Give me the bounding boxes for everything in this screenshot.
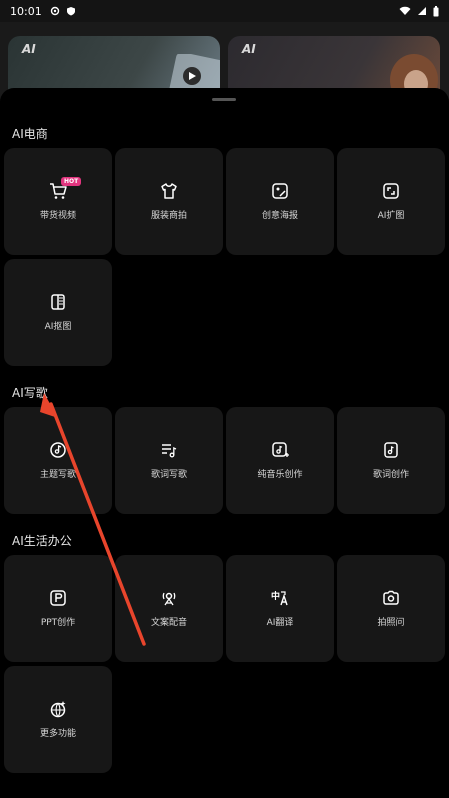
expand-image-icon (382, 182, 400, 200)
wifi-icon (399, 6, 411, 15)
tile-label: 歌词创作 (372, 470, 409, 480)
section-title-songwriting: AI写歌 (12, 386, 48, 400)
cart-icon: HOT (49, 177, 82, 200)
tile-label: 创意海报 (261, 211, 298, 221)
tile-lyrics-writing[interactable]: 歌词创作 (337, 407, 445, 514)
more-features-icon (49, 700, 67, 718)
tile-instrumental[interactable]: 纯音乐创作 (226, 407, 334, 514)
music-file-icon (382, 441, 400, 459)
tile-label: PPT创作 (40, 618, 76, 628)
voice-icon (160, 589, 178, 607)
banner-ai-tag: AI (242, 42, 256, 56)
svg-text:中: 中 (271, 590, 280, 602)
tile-theme-song[interactable]: 主题写歌 (4, 407, 112, 514)
tile-lyrics-song[interactable]: 歌词写歌 (115, 407, 223, 514)
tile-label: 带货视频 (39, 211, 76, 221)
image-edit-icon (271, 182, 289, 200)
section-title-life-office: AI生活办公 (12, 534, 72, 548)
music-add-icon (271, 441, 289, 459)
translate-icon: 中 (271, 589, 289, 607)
tile-apparel-shoot[interactable]: 服装商拍 (115, 148, 223, 255)
lyrics-note-icon (160, 441, 178, 459)
signal-icon (418, 7, 426, 15)
tile-creative-poster[interactable]: 创意海报 (226, 148, 334, 255)
tile-label: AI翻译 (266, 618, 294, 628)
banner-ai-tag: AI (22, 42, 36, 56)
tile-ppt[interactable]: PPT创作 (4, 555, 112, 662)
cutout-icon (49, 293, 67, 311)
tile-label: 歌词写歌 (150, 470, 187, 480)
section-title-ecommerce: AI电商 (12, 127, 48, 141)
status-bar: 10:01 (0, 0, 449, 22)
tile-label: 主题写歌 (39, 470, 76, 480)
drag-handle[interactable] (212, 98, 236, 101)
music-disc-icon (49, 441, 67, 459)
tile-label: 更多功能 (39, 729, 76, 739)
tile-voiceover[interactable]: 文案配音 (115, 555, 223, 662)
tile-more-features[interactable]: 更多功能 (4, 666, 112, 773)
status-time: 10:01 (10, 4, 42, 18)
tshirt-icon (160, 182, 178, 200)
tile-ai-cutout[interactable]: AI抠图 (4, 259, 112, 366)
tile-translate[interactable]: 中 AI翻译 (226, 555, 334, 662)
hot-badge: HOT (61, 177, 82, 186)
gear-icon (50, 6, 59, 16)
tile-label: 服装商拍 (150, 211, 187, 221)
tile-label: AI抠图 (44, 322, 72, 332)
tile-label: 文案配音 (150, 618, 187, 628)
shield-icon (66, 7, 75, 16)
tile-ai-outpaint[interactable]: AI扩图 (337, 148, 445, 255)
tile-photo-ask[interactable]: 拍照问 (337, 555, 445, 662)
feature-sheet: AI电商 HOT 带货视频 服装商拍 创意海报 AI扩图 AI抠图 AI写歌 主… (0, 88, 449, 798)
tile-label: 纯音乐创作 (257, 470, 303, 480)
tile-label: 拍照问 (377, 618, 405, 628)
tile-label: AI扩图 (377, 211, 405, 221)
tile-product-video[interactable]: HOT 带货视频 (4, 148, 112, 255)
ppt-icon (49, 589, 67, 607)
camera-icon (382, 589, 400, 607)
battery-icon (433, 5, 439, 16)
